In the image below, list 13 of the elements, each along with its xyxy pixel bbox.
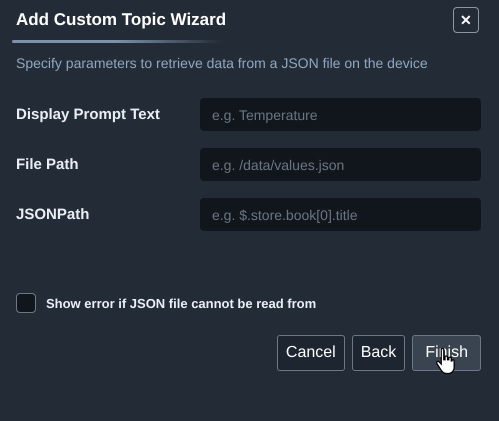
checkbox-label: Show error if JSON file cannot be read from xyxy=(46,296,316,310)
description-text: Specify parameters to retrieve data from a JSON file on the device xyxy=(16,54,429,73)
input-field[interactable]: e.g. /data/values.json xyxy=(200,148,481,181)
dialog-button[interactable]: Cancel xyxy=(276,335,345,371)
field-label: Display Prompt Text xyxy=(16,106,161,123)
input-field[interactable]: e.g. Temperature xyxy=(200,98,481,131)
input-field[interactable]: e.g. $.store.book[0].title xyxy=(200,198,481,231)
dialog-button[interactable]: Back xyxy=(352,335,406,371)
checkbox[interactable] xyxy=(16,293,36,313)
close-button[interactable]: ✕ xyxy=(453,7,479,33)
field-label: File Path xyxy=(16,156,80,173)
field-label: JSONPath xyxy=(16,206,90,223)
window-title: Add Custom Topic Wizard xyxy=(16,10,226,30)
